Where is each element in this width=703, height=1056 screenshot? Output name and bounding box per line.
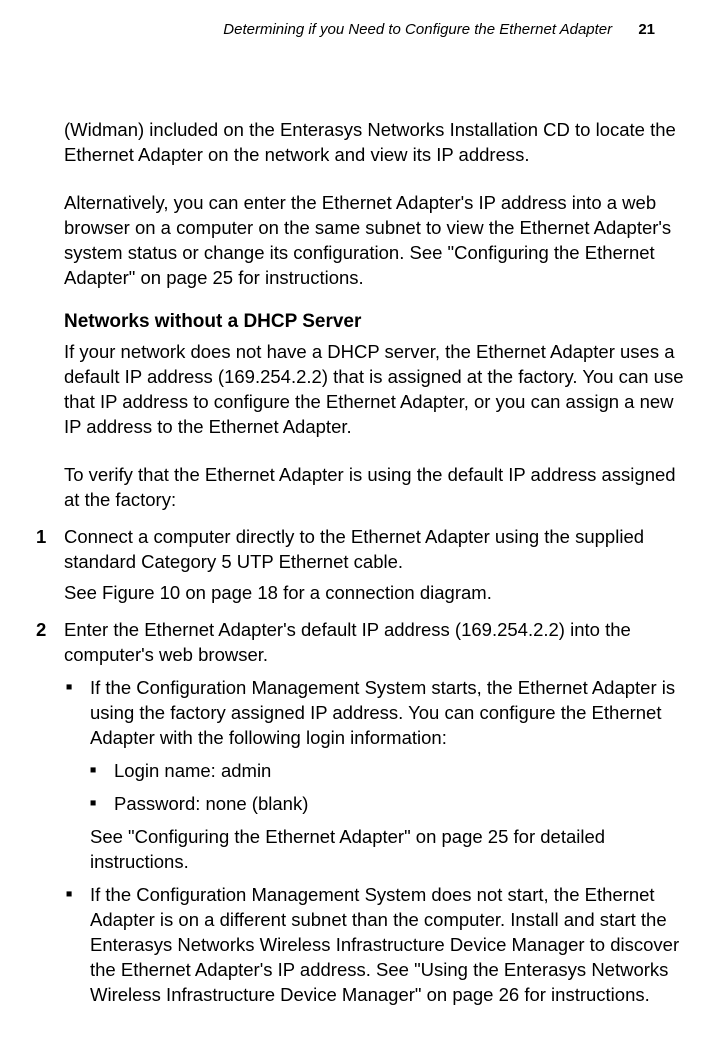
running-header: Determining if you Need to Configure the… <box>223 20 655 40</box>
bullet-text: See "Configuring the Ethernet Adapter" o… <box>90 826 605 872</box>
step-text: Enter the Ethernet Adapter's default IP … <box>64 618 685 668</box>
page-content: (Widman) included on the Enterasys Netwo… <box>64 118 685 1008</box>
bullet-item: If the Configuration Management System s… <box>64 676 685 751</box>
page-number: 21 <box>638 21 655 38</box>
paragraph: Alternatively, you can enter the Etherne… <box>64 191 685 291</box>
bullet-item: If the Configuration Management System d… <box>64 883 685 1008</box>
bullet-text: Login name: admin <box>114 760 271 781</box>
section-title: Determining if you Need to Configure the… <box>223 21 612 38</box>
step-2: 2 Enter the Ethernet Adapter's default I… <box>64 618 685 1008</box>
step-number: 2 <box>36 618 46 643</box>
step-number: 1 <box>36 525 46 550</box>
paragraph: If your network does not have a DHCP ser… <box>64 340 685 440</box>
bullet-text: If the Configuration Management System s… <box>90 677 675 748</box>
step-1: 1 Connect a computer directly to the Eth… <box>64 525 685 606</box>
bullet-text: If the Configuration Management System d… <box>90 884 679 1005</box>
step-text: See Figure 10 on page 18 for a connectio… <box>64 581 685 606</box>
heading-networks-without-dhcp: Networks without a DHCP Server <box>64 309 685 335</box>
bullet-text: Password: none (blank) <box>114 793 308 814</box>
paragraph: (Widman) included on the Enterasys Netwo… <box>64 118 685 168</box>
sub-bullet-item: Login name: admin <box>64 759 685 784</box>
step-text: Connect a computer directly to the Ether… <box>64 525 685 575</box>
sub-bullet-item: Password: none (blank) <box>64 792 685 817</box>
bullet-continuation: See "Configuring the Ethernet Adapter" o… <box>64 825 685 875</box>
paragraph: To verify that the Ethernet Adapter is u… <box>64 463 685 513</box>
